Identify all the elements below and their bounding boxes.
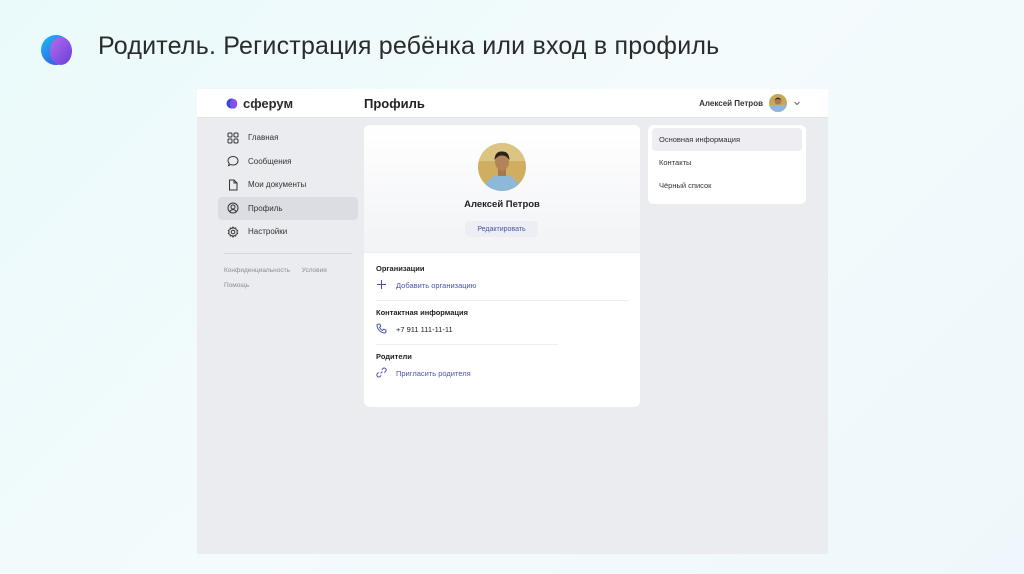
- profile-card: Алексей Петров Редактировать Организации…: [364, 125, 640, 407]
- user-menu[interactable]: Алексей Петров: [699, 94, 801, 112]
- section-title: Родители: [376, 352, 412, 361]
- document-icon: [227, 179, 239, 191]
- menu-item-blacklist[interactable]: Чёрный список: [652, 174, 802, 197]
- phone-number: +7 911 111-11-11: [396, 324, 453, 334]
- add-organization-button[interactable]: Добавить организацию: [376, 273, 628, 297]
- user-name: Алексей Петров: [699, 98, 763, 108]
- profile-header: Алексей Петров Редактировать: [364, 125, 640, 253]
- top-bar: сферум Профиль Алексей Петров: [197, 89, 828, 118]
- phone-icon: [376, 322, 387, 336]
- profile-icon: [227, 202, 239, 214]
- chevron-down-icon: [793, 94, 801, 112]
- brand-logo[interactable]: сферум: [226, 96, 293, 111]
- menu-item-main-info[interactable]: Основная информация: [652, 128, 802, 151]
- brand-name: сферум: [243, 96, 294, 111]
- profile-sections-menu: Основная информация Контакты Чёрный спис…: [648, 125, 806, 204]
- sidebar-item-documents[interactable]: Мои документы: [218, 173, 358, 196]
- menu-item-contacts[interactable]: Контакты: [652, 151, 802, 174]
- slide-title: Родитель. Регистрация ребёнка или вход в…: [98, 32, 720, 60]
- avatar: [769, 94, 787, 112]
- contact-section: Контактная информация +7 911 111-11-11: [364, 308, 640, 345]
- parents-section: Родители Пригласить родителя: [364, 352, 640, 385]
- sidebar-item-home[interactable]: Главная: [218, 126, 358, 149]
- divider: [224, 253, 352, 255]
- help-link[interactable]: Помощь: [224, 282, 249, 289]
- gear-icon: [227, 226, 239, 238]
- chat-bubble-icon: [227, 155, 239, 167]
- phone-row[interactable]: +7 911 111-11-11: [376, 317, 628, 341]
- terms-link[interactable]: Условия: [302, 267, 327, 274]
- divider: [376, 300, 628, 301]
- add-organization-label: Добавить организацию: [396, 280, 477, 290]
- section-title: Контактная информация: [376, 308, 469, 317]
- app-window: сферум Профиль Алексей Петров Главная Со…: [197, 89, 828, 554]
- sidebar-item-label: Профиль: [248, 203, 283, 213]
- section-title: Организации: [376, 264, 425, 273]
- home-grid-icon: [227, 132, 239, 144]
- sidebar-item-settings[interactable]: Настройки: [218, 220, 358, 243]
- plus-icon: [376, 279, 387, 292]
- link-icon: [376, 367, 387, 380]
- sidebar-item-label: Настройки: [248, 227, 288, 237]
- organizations-section: Организации Добавить организацию: [364, 264, 640, 301]
- avatar[interactable]: [478, 143, 526, 191]
- brand-icon: [226, 98, 238, 109]
- page-title: Профиль: [364, 96, 425, 111]
- sferum-logo-icon: [38, 30, 78, 70]
- invite-parent-button[interactable]: Пригласить родителя: [376, 361, 628, 385]
- sidebar-item-label: Мои документы: [248, 180, 307, 190]
- sidebar-item-label: Сообщения: [248, 156, 292, 166]
- edit-profile-button[interactable]: Редактировать: [465, 221, 538, 237]
- invite-parent-label: Пригласить родителя: [396, 368, 471, 378]
- privacy-link[interactable]: Конфиденциальность: [224, 267, 290, 274]
- sidebar-item-label: Главная: [248, 133, 279, 142]
- profile-name: Алексей Петров: [464, 199, 540, 210]
- sidebar-item-messages[interactable]: Сообщения: [218, 150, 358, 173]
- sidebar: Главная Сообщения Мои документы Профиль …: [218, 126, 358, 293]
- sidebar-item-profile[interactable]: Профиль: [218, 196, 358, 220]
- divider: [376, 344, 558, 345]
- footer-links: Конфиденциальность Условия Помощь: [218, 263, 358, 293]
